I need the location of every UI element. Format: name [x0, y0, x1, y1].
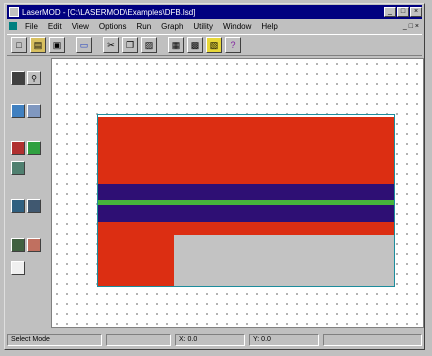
upper-confinement-layer[interactable]: [98, 184, 394, 200]
app-icon[interactable]: [9, 7, 19, 17]
status-bar: Select Mode X: 0.0 Y: 0.0: [7, 333, 422, 347]
properties-icon[interactable]: ▦: [168, 37, 184, 53]
menu-options[interactable]: Options: [94, 22, 132, 31]
help-icon[interactable]: ?: [225, 37, 241, 53]
note-tool-icon[interactable]: [11, 261, 25, 275]
substrate-gray-region[interactable]: [174, 235, 394, 286]
pointer-tool-icon[interactable]: [11, 71, 25, 85]
minimize-button[interactable]: _: [384, 7, 396, 17]
close-button[interactable]: ×: [410, 7, 422, 17]
lower-confinement-layer[interactable]: [98, 205, 394, 222]
document-icon[interactable]: [9, 22, 17, 30]
drawing-canvas[interactable]: [51, 58, 424, 328]
menu-run[interactable]: Run: [131, 22, 156, 31]
region-tool-icon[interactable]: [27, 104, 41, 118]
probe-tool-icon[interactable]: [11, 238, 25, 252]
menu-help[interactable]: Help: [256, 22, 282, 31]
mesh-tool-icon[interactable]: [11, 199, 25, 213]
save-icon[interactable]: ▣: [49, 37, 65, 53]
status-blank: [106, 334, 171, 346]
graph-icon[interactable]: ▧: [206, 37, 222, 53]
bias-tool-icon[interactable]: [27, 238, 41, 252]
open-icon[interactable]: ▤: [30, 37, 46, 53]
contact-tool-icon[interactable]: [11, 161, 25, 175]
material-tool-icon[interactable]: [11, 141, 25, 155]
layer-tool-icon[interactable]: [11, 104, 25, 118]
window-title: LaserMOD - [C:\LASERMOD\Examples\DFB.lsd…: [22, 7, 196, 17]
status-extra: [323, 334, 422, 346]
run-icon[interactable]: ▩: [187, 37, 203, 53]
status-mode: Select Mode: [7, 334, 102, 346]
menu-utility[interactable]: Utility: [188, 22, 218, 31]
zoom-tool-icon[interactable]: ⚲: [27, 71, 41, 85]
new-icon[interactable]: □: [11, 37, 27, 53]
top-cladding-layer[interactable]: [98, 117, 394, 184]
status-x-coordinate: X: 0.0: [175, 334, 245, 346]
grating-tool-icon[interactable]: [27, 141, 41, 155]
menu-edit[interactable]: Edit: [43, 22, 67, 31]
menu-view[interactable]: View: [67, 22, 94, 31]
toolbar: □ ▤ ▣ ▭ ✂ ❐ ▨ ▦ ▩ ▧ ?: [7, 34, 422, 56]
copy-icon[interactable]: ❐: [122, 37, 138, 53]
menu-file[interactable]: File: [20, 22, 43, 31]
menu-graph[interactable]: Graph: [156, 22, 188, 31]
cut-icon[interactable]: ✂: [103, 37, 119, 53]
doping-tool-icon[interactable]: [27, 199, 41, 213]
bottom-cladding-layer[interactable]: [98, 222, 394, 235]
maximize-button[interactable]: □: [397, 7, 409, 17]
title-bar[interactable]: LaserMOD - [C:\LASERMOD\Examples\DFB.lsd…: [7, 5, 422, 19]
substrate-red-region[interactable]: [98, 235, 174, 286]
print-icon[interactable]: ▭: [76, 37, 92, 53]
document-window-controls[interactable]: _ □ ×: [403, 23, 422, 30]
tool-palette: ⚲: [7, 57, 47, 331]
menu-bar: File Edit View Options Run Graph Utility…: [7, 20, 422, 32]
menu-window[interactable]: Window: [218, 22, 256, 31]
paste-icon[interactable]: ▨: [141, 37, 157, 53]
status-y-coordinate: Y: 0.0: [249, 334, 319, 346]
app-window: LaserMOD - [C:\LASERMOD\Examples\DFB.lsd…: [4, 3, 425, 350]
